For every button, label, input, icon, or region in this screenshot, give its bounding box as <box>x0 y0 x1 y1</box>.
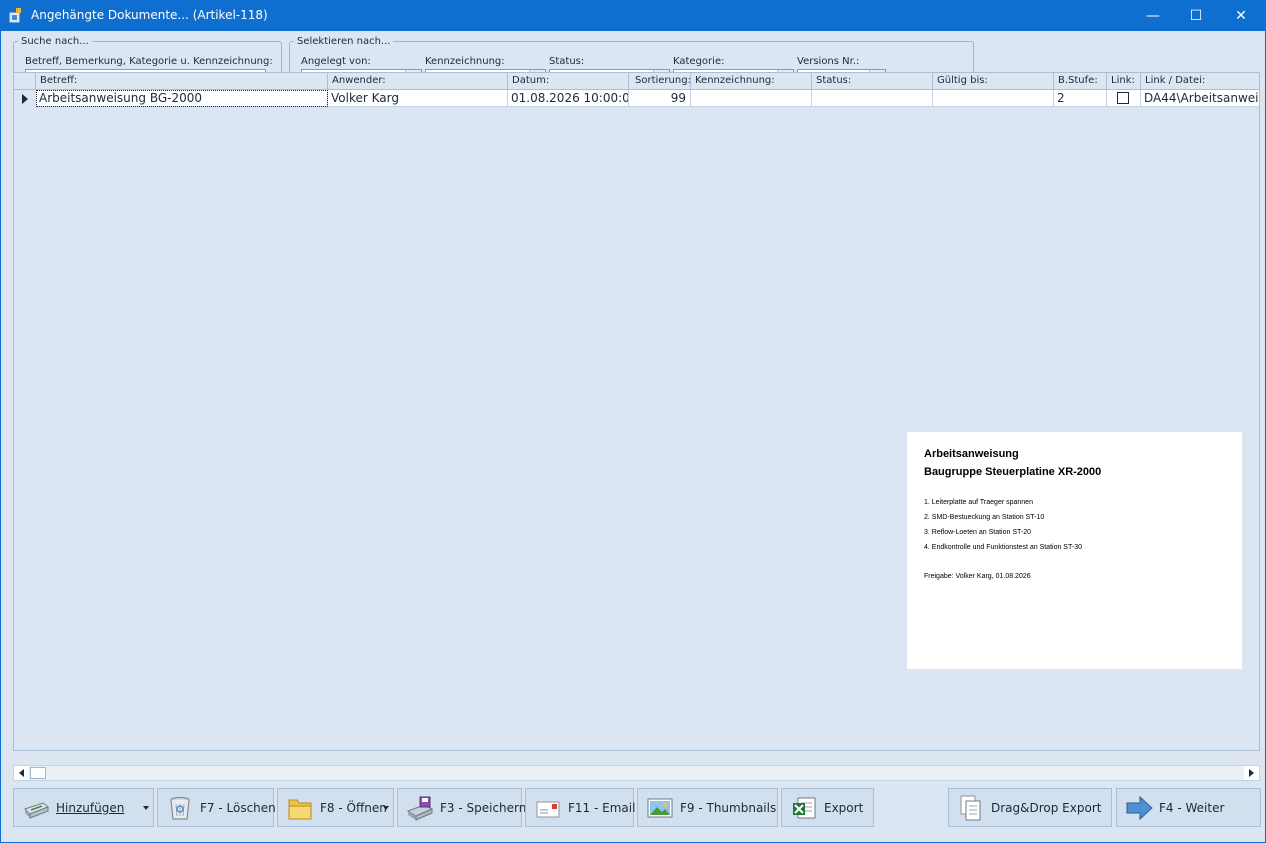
cell-datei[interactable]: DA44\Arbeitsanweisung <box>1141 90 1259 107</box>
thumbnails-button-label: F9 - Thumbnails <box>680 800 777 815</box>
preview-step: 3. Reflow-Loeten an Station ST-20 <box>924 529 1032 536</box>
folder-icon <box>288 799 312 819</box>
column-header-gueltig[interactable]: Gültig bis: <box>933 73 1054 90</box>
filter-label-kennzeichnung: Kennzeichnung: <box>425 56 505 67</box>
open-button[interactable]: F8 - Öffnen <box>277 788 394 827</box>
link-checkbox[interactable] <box>1117 92 1129 104</box>
preview-step: 1. Leiterplatte auf Traeger spannen <box>924 499 1033 506</box>
horizontal-scrollbar[interactable] <box>13 765 1260 781</box>
filter-label-kategorie: Kategorie: <box>673 56 725 67</box>
column-header-link[interactable]: Link: <box>1107 73 1141 90</box>
cell-status[interactable] <box>812 90 933 107</box>
maximize-button[interactable]: ☐ <box>1173 0 1219 31</box>
drag-drop-export-button[interactable]: Drag&Drop Export <box>948 788 1112 827</box>
row-selector-header <box>14 73 36 90</box>
preview-step: 2. SMD-Bestueckung an Station ST-10 <box>924 514 1045 521</box>
table-row[interactable]: Arbeitsanweisung BG-2000 Volker Karg 01.… <box>14 90 1259 108</box>
cell-datum[interactable]: 01.08.2026 10:00:00 <box>508 90 629 107</box>
delete-button[interactable]: F7 - Löschen <box>157 788 276 827</box>
grid-header: Betreff: Anwender: Datum: Sortierung: Ke… <box>14 73 1259 90</box>
save-button-label: F3 - Speichern <box>440 800 527 815</box>
chevron-down-icon[interactable] <box>383 806 389 810</box>
title-bar: Angehängte Dokumente... (Artikel-118) — … <box>0 0 1266 31</box>
column-header-datum[interactable]: Datum: <box>508 73 629 90</box>
next-button-label: F4 - Weiter <box>1159 800 1225 815</box>
scroll-left-icon[interactable] <box>14 766 29 780</box>
add-button[interactable]: Hinzufügen <box>13 788 154 827</box>
minimize-button[interactable]: — <box>1130 0 1176 31</box>
arrow-right-icon <box>1126 795 1153 820</box>
cell-anwender[interactable]: Volker Karg <box>328 90 508 107</box>
filter-label-version: Versions Nr.: <box>797 56 860 67</box>
filter-label-angelegt: Angelegt von: <box>301 56 371 67</box>
cell-kennzeichnung[interactable] <box>691 90 812 107</box>
close-button[interactable]: ✕ <box>1218 0 1264 31</box>
cell-gueltig[interactable] <box>933 90 1054 107</box>
column-header-anwender[interactable]: Anwender: <box>328 73 508 90</box>
column-header-sortierung[interactable]: Sortierung: <box>629 73 691 90</box>
preview-subtitle: Baugruppe Steuerplatine XR-2000 <box>924 466 1102 478</box>
email-button-label: F11 - Email <box>568 800 636 815</box>
column-header-bstufe[interactable]: B.Stufe: <box>1054 73 1107 90</box>
trash-icon <box>170 796 190 819</box>
add-button-label: Hinzufügen <box>56 800 125 815</box>
filter-legend: Selektieren nach... <box>297 36 391 47</box>
cell-sortierung[interactable]: 99 <box>629 90 691 107</box>
next-button[interactable]: F4 - Weiter <box>1116 788 1261 827</box>
preview-release: Freigabe: Volker Karg, 01.08.2026 <box>924 573 1031 580</box>
open-button-label: F8 - Öffnen <box>320 800 387 815</box>
cell-link[interactable] <box>1107 90 1141 107</box>
column-header-datei[interactable]: Link / Datei: <box>1141 73 1259 90</box>
cell-bstufe[interactable]: 2 <box>1054 90 1107 107</box>
search-label: Betreff, Bemerkung, Kategorie u. Kennzei… <box>25 56 273 67</box>
email-button[interactable]: F11 - Email <box>525 788 636 827</box>
preview-title: Arbeitsanweisung <box>924 448 1019 460</box>
app-icon <box>9 8 21 23</box>
documents-icon <box>960 795 981 820</box>
scroll-right-icon[interactable] <box>1244 766 1259 780</box>
column-header-status[interactable]: Status: <box>812 73 933 90</box>
chevron-down-icon[interactable] <box>143 806 149 810</box>
preview-step: 4. Endkontrolle und Funktionstest an Sta… <box>924 544 1082 551</box>
save-disk-icon <box>406 796 434 821</box>
scrollbar-thumb[interactable] <box>30 767 46 779</box>
column-header-betreff[interactable]: Betreff: <box>36 73 328 90</box>
envelope-icon <box>536 801 560 817</box>
window-title: Angehängte Dokumente... (Artikel-118) <box>31 8 268 22</box>
export-button[interactable]: Export <box>781 788 874 827</box>
search-legend: Suche nach... <box>21 36 89 47</box>
cell-betreff[interactable]: Arbeitsanweisung BG-2000 <box>36 90 328 107</box>
column-header-kennzeichnung[interactable]: Kennzeichnung: <box>691 73 812 90</box>
scanner-icon <box>24 801 49 819</box>
picture-icon <box>647 798 673 817</box>
filter-label-status: Status: <box>549 56 585 67</box>
save-button[interactable]: F3 - Speichern <box>397 788 526 827</box>
thumbnails-button[interactable]: F9 - Thumbnails <box>637 788 778 827</box>
export-button-label: Export <box>824 800 864 815</box>
delete-button-label: F7 - Löschen <box>200 800 276 815</box>
drag-drop-export-button-label: Drag&Drop Export <box>991 800 1102 815</box>
document-preview: Arbeitsanweisung Baugruppe Steuerplatine… <box>907 432 1242 669</box>
excel-icon <box>793 797 816 818</box>
row-selector-icon[interactable] <box>14 90 36 107</box>
